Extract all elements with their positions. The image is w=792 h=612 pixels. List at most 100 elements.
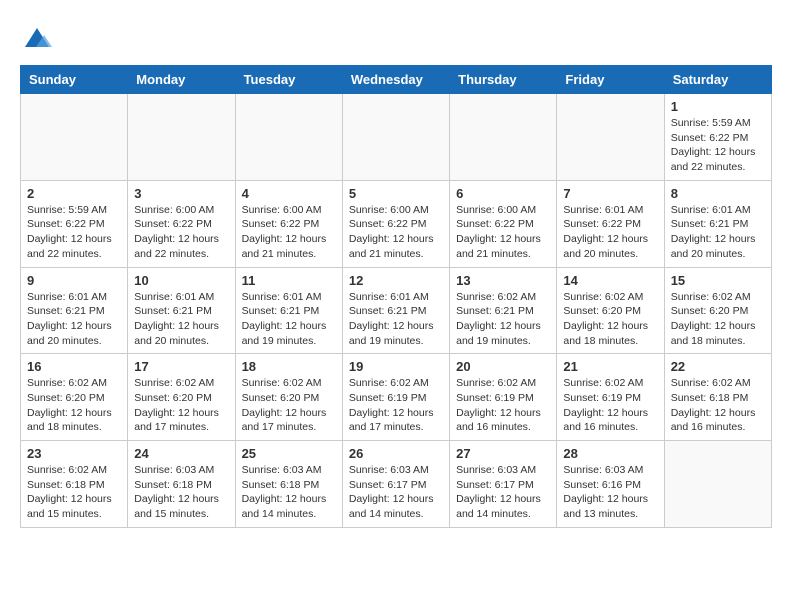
day-info: Sunrise: 6:02 AM Sunset: 6:20 PM Dayligh… <box>134 376 228 435</box>
day-info: Sunrise: 6:02 AM Sunset: 6:19 PM Dayligh… <box>456 376 550 435</box>
week-row-1: 1 Sunrise: 5:59 AM Sunset: 6:22 PM Daylig… <box>21 94 772 181</box>
logo-icon <box>22 25 52 55</box>
day-number: 28 <box>563 446 657 461</box>
day-cell: 3Sunrise: 6:00 AM Sunset: 6:22 PM Daylig… <box>128 180 235 267</box>
day-cell: 4 Sunrise: 6:00 AM Sunset: 6:22 PM Daylig… <box>235 180 342 267</box>
logo <box>20 25 54 55</box>
day-info: Sunrise: 6:03 AM Sunset: 6:18 PM Dayligh… <box>242 463 336 522</box>
day-number: 5 <box>349 186 443 201</box>
day-number: 1 <box>671 99 765 114</box>
day-cell: 20 Sunrise: 6:02 AM Sunset: 6:19 PM Dayli… <box>450 354 557 441</box>
day-cell <box>235 94 342 181</box>
day-cell: 9 Sunrise: 6:01 AM Sunset: 6:21 PM Daylig… <box>21 267 128 354</box>
day-cell: 19 Sunrise: 6:02 AM Sunset: 6:19 PM Dayli… <box>342 354 449 441</box>
day-number: 26 <box>349 446 443 461</box>
day-cell: 18 Sunrise: 6:02 AM Sunset: 6:20 PM Dayli… <box>235 354 342 441</box>
day-number: 20 <box>456 359 550 374</box>
day-number: 11 <box>242 273 336 288</box>
day-info: Sunrise: 6:02 AM Sunset: 6:19 PM Dayligh… <box>349 376 443 435</box>
day-number: 16 <box>27 359 121 374</box>
day-number: 6 <box>456 186 550 201</box>
day-cell <box>342 94 449 181</box>
day-number: 25 <box>242 446 336 461</box>
day-cell <box>664 441 771 528</box>
week-row-5: 23 Sunrise: 6:02 AM Sunset: 6:18 PM Dayli… <box>21 441 772 528</box>
day-info: Sunrise: 6:01 AM Sunset: 6:22 PM Dayligh… <box>563 203 657 262</box>
day-info: Sunrise: 6:01 AM Sunset: 6:21 PM Dayligh… <box>134 290 228 349</box>
week-row-3: 9 Sunrise: 6:01 AM Sunset: 6:21 PM Daylig… <box>21 267 772 354</box>
day-info: Sunrise: 6:01 AM Sunset: 6:21 PM Dayligh… <box>242 290 336 349</box>
day-cell: 13 Sunrise: 6:02 AM Sunset: 6:21 PM Dayli… <box>450 267 557 354</box>
day-cell: 21 Sunrise: 6:02 AM Sunset: 6:19 PM Dayli… <box>557 354 664 441</box>
day-info: Sunrise: 6:02 AM Sunset: 6:20 PM Dayligh… <box>242 376 336 435</box>
day-cell: 22 Sunrise: 6:02 AM Sunset: 6:18 PM Dayli… <box>664 354 771 441</box>
day-number: 18 <box>242 359 336 374</box>
day-number: 24 <box>134 446 228 461</box>
day-number: 9 <box>27 273 121 288</box>
day-cell: 1 Sunrise: 5:59 AM Sunset: 6:22 PM Daylig… <box>664 94 771 181</box>
day-cell: 23 Sunrise: 6:02 AM Sunset: 6:18 PM Dayli… <box>21 441 128 528</box>
day-info: Sunrise: 6:03 AM Sunset: 6:17 PM Dayligh… <box>349 463 443 522</box>
day-cell <box>557 94 664 181</box>
day-info: Sunrise: 6:03 AM Sunset: 6:18 PM Dayligh… <box>134 463 228 522</box>
weekday-header-row: SundayMondayTuesdayWednesdayThursdayFrid… <box>21 66 772 94</box>
day-cell: 16 Sunrise: 6:02 AM Sunset: 6:20 PM Dayli… <box>21 354 128 441</box>
day-cell: 5Sunrise: 6:00 AM Sunset: 6:22 PM Daylig… <box>342 180 449 267</box>
day-cell: 6 Sunrise: 6:00 AM Sunset: 6:22 PM Daylig… <box>450 180 557 267</box>
weekday-wednesday: Wednesday <box>342 66 449 94</box>
day-info: Sunrise: 6:02 AM Sunset: 6:20 PM Dayligh… <box>27 376 121 435</box>
day-info: Sunrise: 6:01 AM Sunset: 6:21 PM Dayligh… <box>349 290 443 349</box>
day-cell: 28 Sunrise: 6:03 AM Sunset: 6:16 PM Dayli… <box>557 441 664 528</box>
week-row-4: 16 Sunrise: 6:02 AM Sunset: 6:20 PM Dayli… <box>21 354 772 441</box>
day-info: Sunrise: 6:02 AM Sunset: 6:19 PM Dayligh… <box>563 376 657 435</box>
day-info: Sunrise: 6:00 AM Sunset: 6:22 PM Dayligh… <box>134 203 228 262</box>
day-number: 21 <box>563 359 657 374</box>
day-cell: 11 Sunrise: 6:01 AM Sunset: 6:21 PM Dayli… <box>235 267 342 354</box>
day-info: Sunrise: 5:59 AM Sunset: 6:22 PM Dayligh… <box>27 203 121 262</box>
day-info: Sunrise: 6:02 AM Sunset: 6:20 PM Dayligh… <box>671 290 765 349</box>
day-cell: 8Sunrise: 6:01 AM Sunset: 6:21 PM Daylig… <box>664 180 771 267</box>
day-info: Sunrise: 6:02 AM Sunset: 6:18 PM Dayligh… <box>27 463 121 522</box>
day-info: Sunrise: 5:59 AM Sunset: 6:22 PM Dayligh… <box>671 116 765 175</box>
day-cell: 2 Sunrise: 5:59 AM Sunset: 6:22 PM Daylig… <box>21 180 128 267</box>
day-number: 2 <box>27 186 121 201</box>
weekday-sunday: Sunday <box>21 66 128 94</box>
weekday-friday: Friday <box>557 66 664 94</box>
day-number: 22 <box>671 359 765 374</box>
day-number: 14 <box>563 273 657 288</box>
day-number: 7 <box>563 186 657 201</box>
day-number: 12 <box>349 273 443 288</box>
day-info: Sunrise: 6:02 AM Sunset: 6:18 PM Dayligh… <box>671 376 765 435</box>
day-cell: 17 Sunrise: 6:02 AM Sunset: 6:20 PM Dayli… <box>128 354 235 441</box>
weekday-tuesday: Tuesday <box>235 66 342 94</box>
day-number: 23 <box>27 446 121 461</box>
day-number: 8 <box>671 186 765 201</box>
day-info: Sunrise: 6:00 AM Sunset: 6:22 PM Dayligh… <box>456 203 550 262</box>
day-info: Sunrise: 6:03 AM Sunset: 6:16 PM Dayligh… <box>563 463 657 522</box>
day-info: Sunrise: 6:01 AM Sunset: 6:21 PM Dayligh… <box>27 290 121 349</box>
day-info: Sunrise: 6:03 AM Sunset: 6:17 PM Dayligh… <box>456 463 550 522</box>
day-cell: 26 Sunrise: 6:03 AM Sunset: 6:17 PM Dayli… <box>342 441 449 528</box>
day-cell <box>450 94 557 181</box>
day-number: 27 <box>456 446 550 461</box>
day-number: 10 <box>134 273 228 288</box>
day-number: 4 <box>242 186 336 201</box>
day-number: 19 <box>349 359 443 374</box>
header <box>20 20 772 55</box>
day-info: Sunrise: 6:00 AM Sunset: 6:22 PM Dayligh… <box>242 203 336 262</box>
day-cell <box>21 94 128 181</box>
day-cell: 24 Sunrise: 6:03 AM Sunset: 6:18 PM Dayli… <box>128 441 235 528</box>
day-cell: 12 Sunrise: 6:01 AM Sunset: 6:21 PM Dayli… <box>342 267 449 354</box>
day-cell: 10 Sunrise: 6:01 AM Sunset: 6:21 PM Dayli… <box>128 267 235 354</box>
calendar-table: SundayMondayTuesdayWednesdayThursdayFrid… <box>20 65 772 528</box>
day-cell: 14 Sunrise: 6:02 AM Sunset: 6:20 PM Dayli… <box>557 267 664 354</box>
weekday-thursday: Thursday <box>450 66 557 94</box>
day-info: Sunrise: 6:02 AM Sunset: 6:20 PM Dayligh… <box>563 290 657 349</box>
day-cell: 15Sunrise: 6:02 AM Sunset: 6:20 PM Dayli… <box>664 267 771 354</box>
day-number: 17 <box>134 359 228 374</box>
day-info: Sunrise: 6:02 AM Sunset: 6:21 PM Dayligh… <box>456 290 550 349</box>
day-cell: 7 Sunrise: 6:01 AM Sunset: 6:22 PM Daylig… <box>557 180 664 267</box>
weekday-monday: Monday <box>128 66 235 94</box>
day-number: 13 <box>456 273 550 288</box>
week-row-2: 2 Sunrise: 5:59 AM Sunset: 6:22 PM Daylig… <box>21 180 772 267</box>
